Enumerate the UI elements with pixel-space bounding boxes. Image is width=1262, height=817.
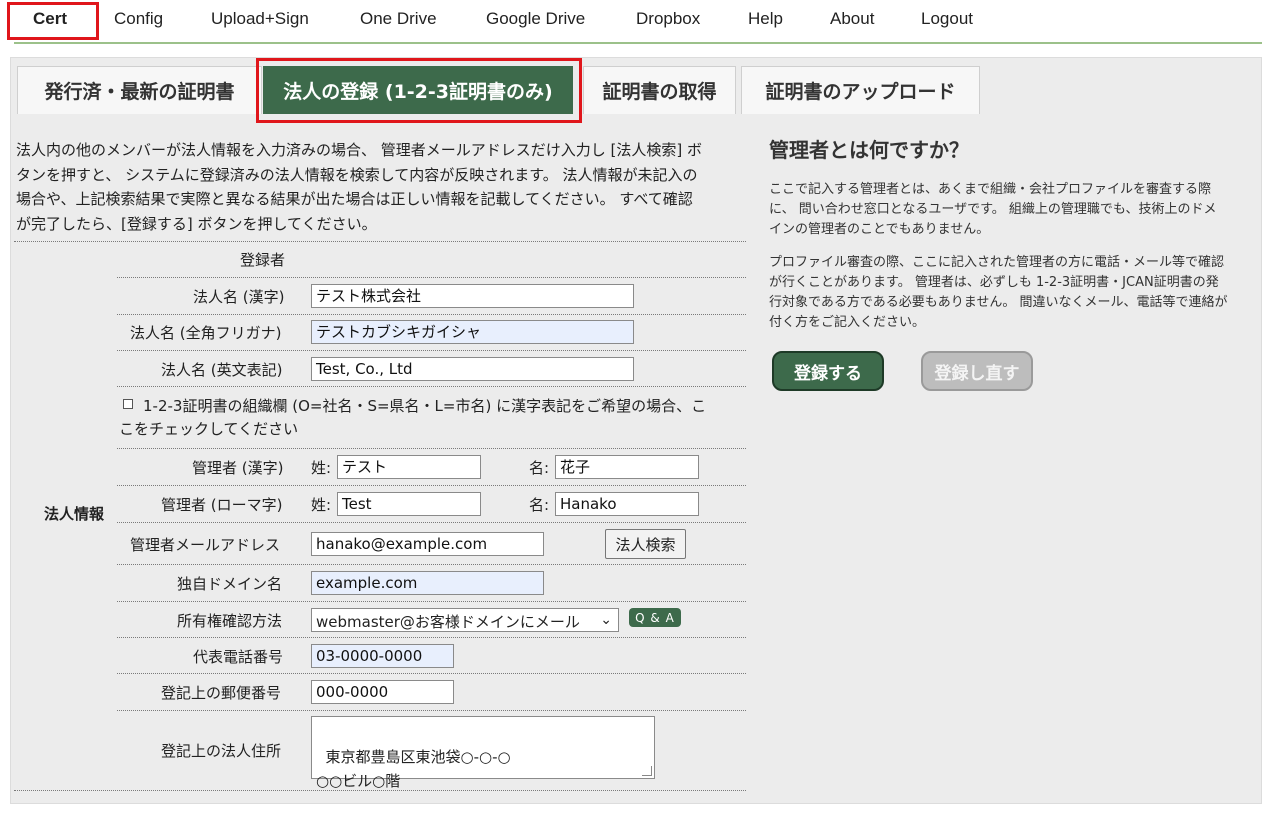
divider (117, 710, 746, 711)
divider (117, 386, 746, 387)
section-label-corporate-info: 法人情報 (44, 505, 105, 523)
tab-get-certificate[interactable]: 証明書の取得 (583, 66, 736, 114)
divider (117, 637, 746, 638)
divider (117, 350, 746, 351)
divider (14, 241, 746, 242)
divider (117, 522, 746, 523)
verify-method-label: 所有権確認方法 (177, 612, 283, 630)
admin-email-input[interactable]: hanako@example.com (311, 532, 544, 556)
admin-help-paragraph: ここで記入する管理者とは、あくまで組織・会社プロファイルを審査する際に、 問い合… (769, 182, 1217, 237)
surname-prefix: 姓: (311, 496, 332, 514)
admin-kanji-surname-input[interactable]: テスト (337, 455, 481, 479)
tab-highlight (256, 58, 582, 123)
domain-label: 独自ドメイン名 (177, 575, 283, 593)
address-label: 登記上の法人住所 (161, 742, 282, 760)
nav-dropbox[interactable]: Dropbox (636, 9, 700, 29)
divider (117, 601, 746, 602)
nav-logout[interactable]: Logout (921, 9, 973, 29)
admin-email-label: 管理者メールアドレス (130, 536, 281, 554)
divider (117, 564, 746, 565)
nav-one-drive[interactable]: One Drive (360, 9, 437, 29)
admin-help-title: 管理者とは何ですか？ (769, 138, 969, 162)
top-nav: Cert Config Upload+Sign One Drive Google… (0, 0, 1262, 44)
name-kana-label: 法人名 (全角フリガナ) (130, 324, 282, 342)
given-prefix: 名: (529, 459, 550, 477)
divider (117, 448, 746, 449)
name-en-input[interactable]: Test, Co., Ltd (311, 357, 634, 381)
postal-input[interactable]: 000-0000 (311, 680, 454, 704)
nav-config[interactable]: Config (114, 9, 163, 29)
nav-about[interactable]: About (830, 9, 874, 29)
name-en-label: 法人名 (英文表記) (161, 361, 283, 379)
admin-roman-surname-input[interactable]: Test (337, 492, 481, 516)
verify-method-value: webmaster@お客様ドメインにメール (316, 613, 580, 631)
kanji-org-checkbox-label: 1-2-3証明書の組織欄 (O=社名・S=県名・L=市名) に漢字表記をご希望の… (119, 397, 707, 438)
admin-roman-given-input[interactable]: Hanako (555, 492, 699, 516)
divider (117, 485, 746, 486)
nav-cert-highlight (7, 2, 99, 40)
nav-divider (14, 42, 1262, 44)
divider (117, 673, 746, 674)
verify-method-select[interactable]: webmaster@お客様ドメインにメール ⌄ (311, 608, 619, 632)
qa-button[interactable]: Q & A (629, 608, 681, 627)
name-kanji-label: 法人名 (漢字) (193, 288, 285, 306)
nav-help[interactable]: Help (748, 9, 783, 29)
intro-text: 法人内の他のメンバーが法人情報を入力済みの場合、 管理者メールアドレスだけ入力し… (16, 141, 703, 233)
postal-label: 登記上の郵便番号 (161, 684, 282, 702)
registrant-label: 登録者 (240, 251, 286, 269)
admin-kanji-label: 管理者 (漢字) (192, 459, 284, 477)
resize-grip-icon[interactable] (642, 766, 652, 776)
reset-button[interactable]: 登録し直す (921, 351, 1033, 391)
divider (117, 277, 746, 278)
address-textarea[interactable]: 東京都豊島区東池袋○-○-○ ○○ビル○階 (311, 716, 655, 790)
given-prefix: 名: (529, 496, 550, 514)
admin-kanji-given-input[interactable]: 花子 (555, 455, 699, 479)
name-kana-input[interactable]: テストカブシキガイシャ (311, 320, 634, 344)
phone-input[interactable]: 03-0000-0000 (311, 644, 454, 668)
chevron-down-icon: ⌄ (600, 612, 612, 628)
nav-upload-sign[interactable]: Upload+Sign (211, 9, 309, 29)
register-button[interactable]: 登録する (772, 351, 884, 391)
admin-roman-label: 管理者 (ローマ字) (161, 496, 283, 514)
corporate-search-button[interactable]: 法人検索 (605, 529, 686, 559)
name-kanji-input[interactable]: テスト株式会社 (311, 284, 634, 308)
tab-upload-certificate[interactable]: 証明書のアップロード (741, 66, 980, 114)
admin-help-paragraph: プロファイル審査の際、ここに記入された管理者の方に電話・メール等で確認が行くこと… (769, 255, 1228, 330)
phone-label: 代表電話番号 (193, 648, 284, 666)
divider (117, 314, 746, 315)
tab-issued-certificates[interactable]: 発行済・最新の証明書 (17, 66, 262, 114)
domain-input[interactable]: example.com (311, 571, 544, 595)
surname-prefix: 姓: (311, 459, 332, 477)
nav-google-drive[interactable]: Google Drive (486, 9, 585, 29)
